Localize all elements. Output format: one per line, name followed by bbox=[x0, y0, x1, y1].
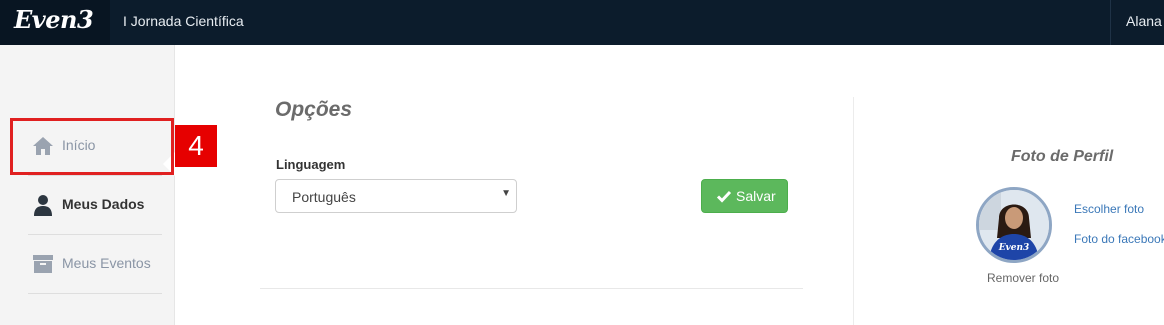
even3-logo[interactable]: Even3 bbox=[14, 5, 94, 34]
language-selected-value: Português bbox=[292, 189, 356, 205]
event-name[interactable]: I Jornada Científica bbox=[123, 13, 244, 29]
profile-photo-title: Foto de Perfil bbox=[1011, 148, 1114, 165]
user-name[interactable]: Alana Oliveira bbox=[1126, 13, 1164, 29]
top-navbar: Even3 I Jornada Científica Alana Oliveir… bbox=[0, 0, 1164, 45]
save-button[interactable]: Salvar bbox=[701, 179, 788, 213]
choose-photo-link[interactable]: Escolher foto bbox=[1074, 202, 1144, 216]
caret-down-icon: ▼ bbox=[501, 188, 511, 199]
user-menu[interactable]: Alana Oliveira bbox=[1110, 0, 1164, 45]
sidebar-item-label: Meus Eventos bbox=[62, 255, 151, 271]
archive-box-icon bbox=[33, 255, 53, 273]
logo-container[interactable]: Even3 bbox=[0, 0, 110, 45]
language-label: Linguagem bbox=[276, 157, 346, 172]
user-icon bbox=[34, 195, 52, 216]
save-button-label: Salvar bbox=[736, 188, 776, 204]
avatar: Even3 bbox=[976, 187, 1052, 263]
page-title: Opções bbox=[275, 98, 353, 121]
facebook-photo-link[interactable]: Foto do facebook bbox=[1074, 232, 1164, 246]
remove-photo-link[interactable]: Remover foto bbox=[987, 271, 1059, 285]
sidebar-item-meus-eventos[interactable]: Meus Eventos bbox=[28, 235, 162, 294]
divider bbox=[260, 288, 803, 289]
sidebar-item-meus-dados[interactable]: Meus Dados bbox=[28, 176, 162, 235]
sidebar-item-label: Meus Dados bbox=[62, 196, 145, 212]
avatar-photo: Even3 bbox=[979, 190, 1049, 260]
sidebar: Início Meus Dados Meus Eventos bbox=[0, 45, 175, 325]
check-icon bbox=[716, 190, 732, 203]
highlight-box bbox=[10, 118, 174, 175]
column-divider bbox=[853, 97, 854, 325]
language-select[interactable]: Português ▼ bbox=[275, 179, 517, 213]
shirt-logo-text: Even3 bbox=[998, 243, 1030, 253]
step-number-badge: 4 bbox=[175, 125, 217, 167]
